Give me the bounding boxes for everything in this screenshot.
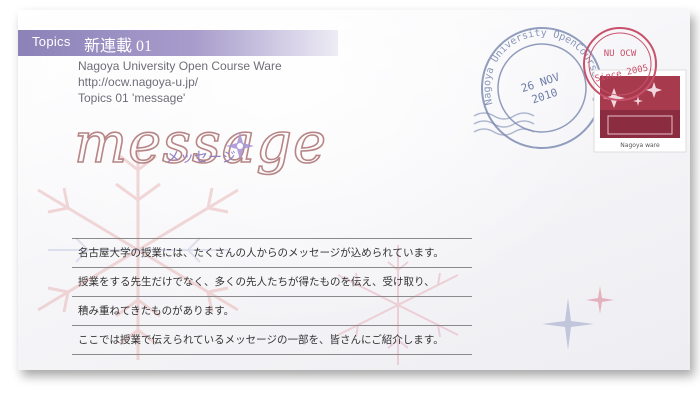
- course-meta: Nagoya University Open Course Ware http:…: [78, 58, 282, 106]
- topics-tag: Topics: [32, 34, 71, 49]
- sparkle-icon: [542, 298, 594, 350]
- institution-name: Nagoya University Open Course Ware: [78, 59, 282, 73]
- stamp-caption: Nagoya ware: [620, 142, 660, 149]
- sparkle-icon: [586, 286, 614, 314]
- logo-word: message: [74, 111, 327, 176]
- page: Topics 新連載 01 Nagoya University Open Cou…: [0, 0, 700, 400]
- cancel-wave-lines: [473, 112, 535, 136]
- message-logo: message メッセージ: [73, 110, 327, 177]
- topic-line: Topics 01 'message': [78, 91, 186, 105]
- sparkle-decoration: [542, 286, 614, 350]
- red-mark-top: NU OCW: [604, 49, 637, 59]
- postage-stamp-group: Nagoya University OpenCourseWare 26 NOV …: [472, 20, 687, 153]
- logo-katakana: メッセージ: [166, 150, 236, 166]
- series-title: 新連載 01: [84, 38, 153, 55]
- body-line: ここでは授業で伝えられているメッセージの一部を、皆さんにご紹介します。: [72, 325, 472, 355]
- body-line: 名古屋大学の授業には、たくさんの人からのメッセージが込められています。: [72, 238, 472, 267]
- message-body: 名古屋大学の授業には、たくさんの人からのメッセージが込められています。 授業をす…: [72, 238, 472, 355]
- topics-header-bar: Topics 新連載 01: [18, 30, 338, 56]
- ocw-url: http://ocw.nagoya-u.jp/: [78, 75, 199, 89]
- body-line: 授業をする先生だけでなく、多くの先人たちが得たものを伝え、受け取り、: [72, 267, 472, 296]
- stamp-icon: Nagoya ware: [593, 69, 687, 153]
- body-line: 積み重ねてきたものがあります。: [72, 296, 472, 325]
